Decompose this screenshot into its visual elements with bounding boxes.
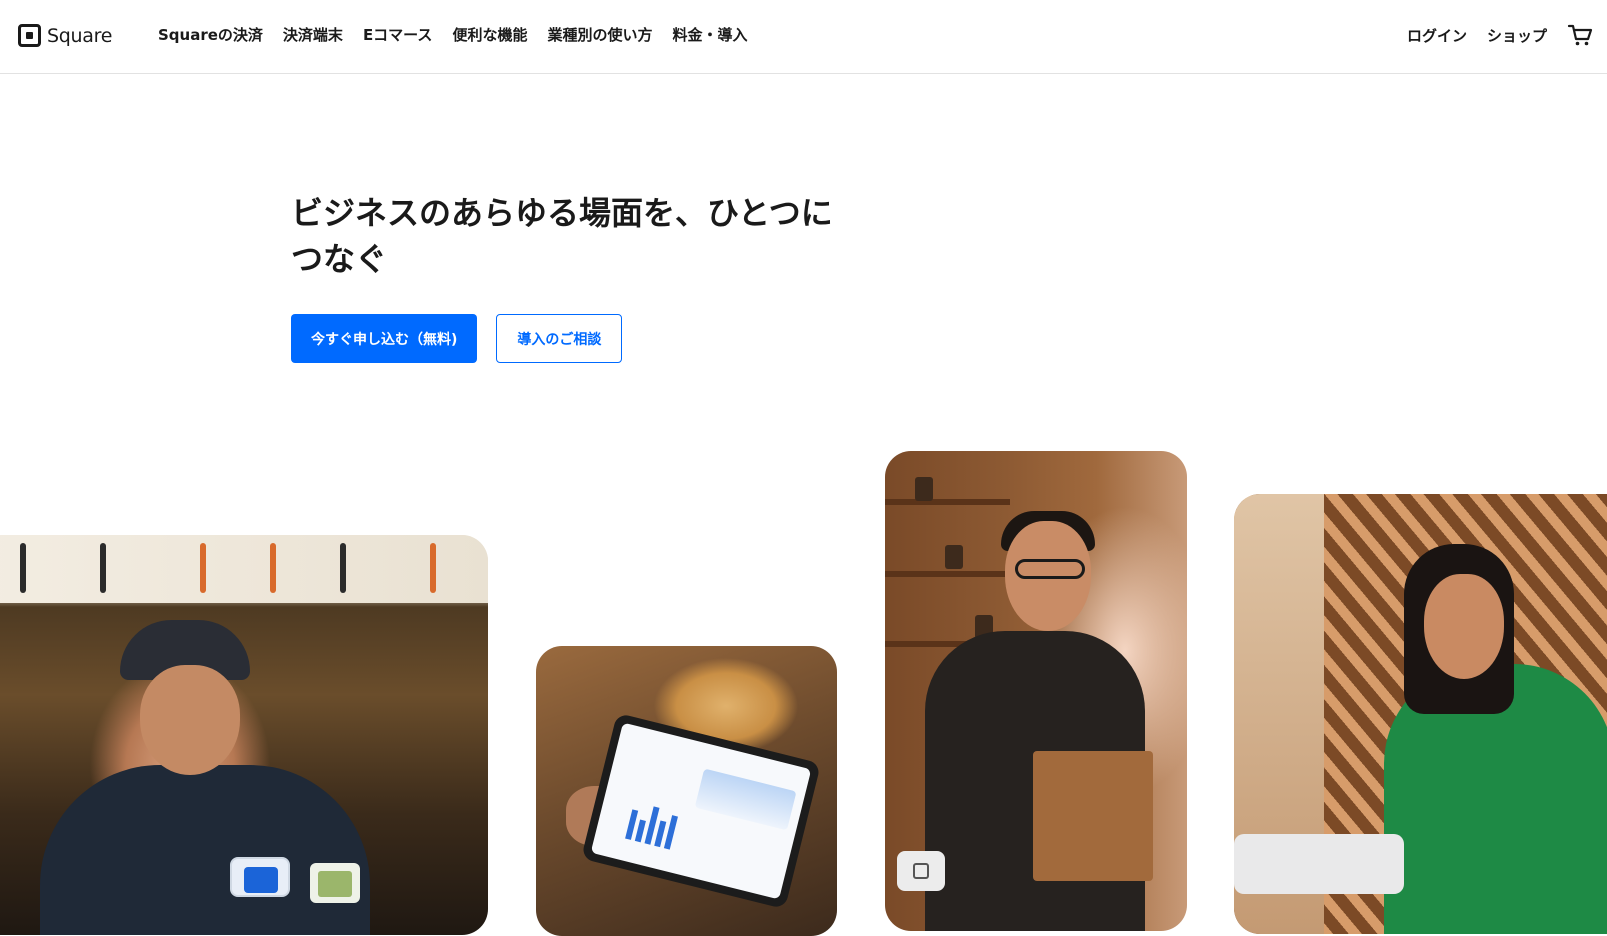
photo-figure: [40, 765, 370, 935]
main-nav: Squareの決済 決済端末 Eコマース 便利な機能 業種別の使い方 料金・導入: [158, 24, 747, 45]
nav-item-industries[interactable]: 業種別の使い方: [547, 24, 652, 45]
photo-figure: [140, 665, 240, 775]
photo-figure: [1424, 574, 1504, 679]
nav-item-payments[interactable]: Squareの決済: [158, 24, 263, 45]
hero-photo-tablet: [536, 646, 837, 936]
nav-item-pricing[interactable]: 料金・導入: [672, 24, 747, 45]
shopping-bag-image: [1033, 751, 1153, 881]
payment-terminal-image: [230, 857, 290, 897]
square-reader-image: [897, 851, 945, 891]
utility-nav: ログイン ショップ: [1407, 22, 1593, 48]
brand-name: Square: [47, 24, 113, 47]
square-logo[interactable]: Square: [18, 24, 112, 47]
hero-title-line2: つなぐ: [291, 240, 388, 278]
cart-icon[interactable]: [1567, 22, 1593, 48]
hero-title: ビジネスのあらゆる場面を、ひとつに つなぐ: [291, 190, 931, 282]
nav-item-features[interactable]: 便利な機能: [452, 24, 527, 45]
photo-figure: [1015, 559, 1085, 579]
square-logo-icon: [18, 24, 41, 47]
login-link[interactable]: ログイン: [1407, 25, 1467, 46]
site-header: Square Squareの決済 決済端末 Eコマース 便利な機能 業種別の使い…: [0, 0, 1607, 74]
nav-item-ecommerce[interactable]: Eコマース: [363, 24, 433, 45]
tablet-dashboard-image: [580, 712, 822, 910]
hero-photo-shopkeeper: [885, 451, 1187, 931]
photo-banner: [0, 535, 488, 603]
nav-item-terminals[interactable]: 決済端末: [283, 24, 343, 45]
hero-photo-chef: [0, 535, 488, 935]
register-image: [1234, 834, 1404, 894]
consultation-button[interactable]: 導入のご相談: [496, 314, 623, 363]
hero-title-line1: ビジネスのあらゆる場面を、ひとつに: [291, 194, 833, 232]
signup-button[interactable]: 今すぐ申し込む（無料): [291, 314, 478, 363]
hero-cta-row: 今すぐ申し込む（無料) 導入のご相談: [291, 314, 623, 363]
payment-terminal-image: [310, 863, 360, 903]
hero-photo-retail: [1234, 494, 1607, 934]
shop-link[interactable]: ショップ: [1487, 25, 1547, 46]
